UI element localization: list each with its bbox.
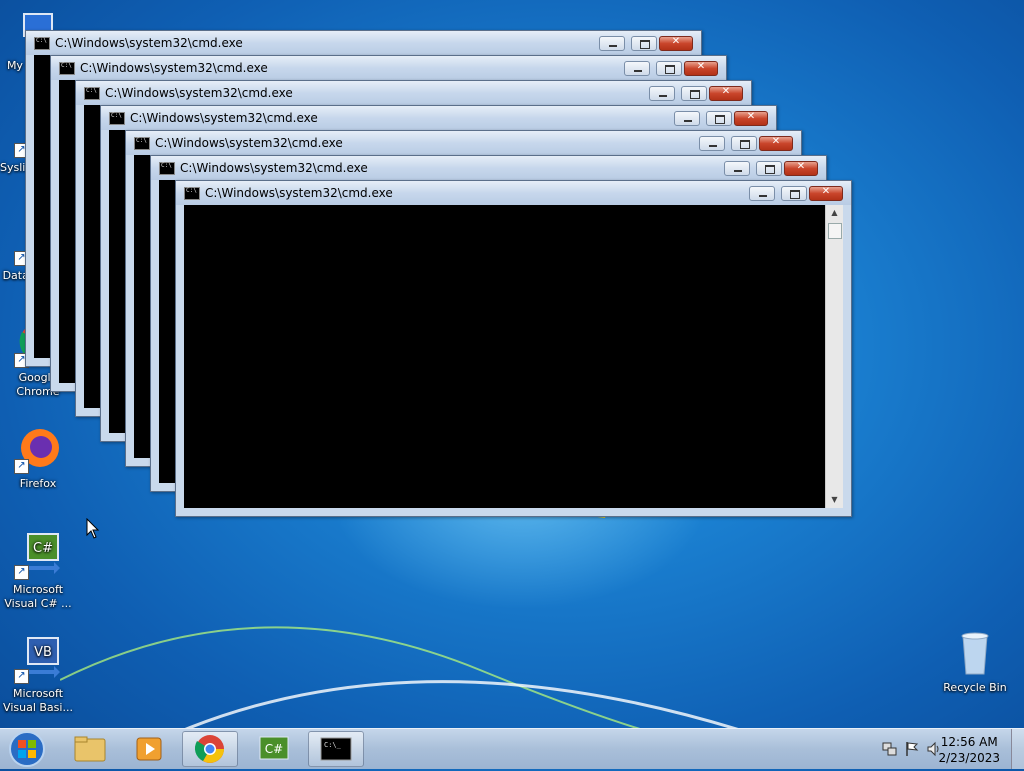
cmd-icon	[159, 162, 175, 175]
window-title: C:\Windows\system32\cmd.exe	[205, 186, 393, 200]
shortcut-arrow-icon: ↗	[14, 459, 29, 474]
vertical-scrollbar[interactable]: ▲ ▼	[825, 205, 843, 508]
maximize-button[interactable]	[781, 186, 807, 201]
cmd-icon	[84, 87, 100, 100]
shortcut-arrow-icon: ↗	[14, 669, 29, 684]
cmd-icon	[59, 62, 75, 75]
show-desktop-button[interactable]	[1011, 729, 1024, 769]
minimize-button[interactable]	[699, 136, 725, 151]
taskbar-chrome-button[interactable]	[182, 731, 238, 767]
title-bar[interactable]: C:\Windows\system32\cmd.exe	[151, 156, 826, 180]
minimize-button[interactable]	[649, 86, 675, 101]
cmd-icon	[34, 37, 50, 50]
clock[interactable]: 12:56 AM 2/23/2023	[938, 734, 1000, 766]
console-area[interactable]: ▲ ▼	[184, 205, 843, 508]
firefox-icon: ↗	[14, 426, 62, 474]
maximize-button[interactable]	[681, 86, 707, 101]
close-button[interactable]	[709, 86, 743, 101]
minimize-button[interactable]	[599, 36, 625, 51]
cmd-icon	[134, 137, 150, 150]
desktop-icon-label: Firefox	[19, 477, 57, 490]
scroll-down-icon[interactable]: ▼	[826, 492, 843, 508]
svg-text:C#: C#	[265, 742, 283, 756]
window-title: C:\Windows\system32\cmd.exe	[80, 61, 268, 75]
close-button[interactable]	[759, 136, 793, 151]
minimize-button[interactable]	[674, 111, 700, 126]
scroll-thumb[interactable]	[828, 223, 842, 239]
start-button[interactable]	[4, 730, 50, 768]
recycle-bin-icon	[951, 630, 999, 678]
visual-basic-icon: VB ↗	[14, 636, 62, 684]
taskbar-explorer-button[interactable]	[62, 731, 118, 767]
taskbar-visual-csharp-button[interactable]: C#	[246, 731, 302, 767]
cmd-icon	[184, 187, 200, 200]
cmd-icon: C:\_	[320, 737, 352, 761]
svg-text:C#: C#	[33, 541, 53, 556]
minimize-button[interactable]	[624, 61, 650, 76]
window-title: C:\Windows\system32\cmd.exe	[105, 86, 293, 100]
close-button[interactable]	[659, 36, 693, 51]
taskbar: C# C:\_ 12:56 AM 2/23/2023	[0, 728, 1024, 769]
visual-csharp-icon: C# ↗	[14, 532, 62, 580]
close-button[interactable]	[784, 161, 818, 176]
action-center-flag-icon[interactable]	[904, 741, 920, 757]
cmd-window-active[interactable]: C:\Windows\system32\cmd.exe ▲ ▼	[175, 180, 852, 517]
close-button[interactable]	[684, 61, 718, 76]
title-bar[interactable]: C:\Windows\system32\cmd.exe	[101, 106, 776, 130]
desktop-icon-label: Microsoft Visual C# ...	[4, 583, 72, 610]
chrome-icon	[194, 735, 224, 763]
title-bar[interactable]: C:\Windows\system32\cmd.exe	[176, 181, 851, 205]
desktop-icon-visual-csharp[interactable]: C# ↗ Microsoft Visual C# ...	[0, 532, 76, 611]
clock-time: 12:56 AM	[940, 735, 998, 749]
desktop-icon-label: Microsoft Visual Basi...	[3, 687, 73, 714]
maximize-button[interactable]	[756, 161, 782, 176]
network-icon[interactable]	[882, 741, 898, 757]
maximize-button[interactable]	[631, 36, 657, 51]
desktop-icon-visual-basic[interactable]: VB ↗ Microsoft Visual Basi...	[0, 636, 76, 715]
close-button[interactable]	[809, 186, 843, 201]
svg-text:VB: VB	[34, 645, 52, 660]
maximize-button[interactable]	[656, 61, 682, 76]
taskbar-media-player-button[interactable]	[122, 731, 178, 767]
desktop-icon-recycle-bin[interactable]: Recycle Bin	[937, 630, 1013, 695]
title-bar[interactable]: C:\Windows\system32\cmd.exe	[26, 31, 701, 55]
shortcut-arrow-icon: ↗	[14, 565, 29, 580]
desktop-icon-firefox[interactable]: ↗ Firefox	[0, 426, 76, 491]
system-tray: 12:56 AM 2/23/2023	[854, 729, 1024, 769]
visual-csharp-icon: C#	[259, 736, 289, 760]
title-bar[interactable]: C:\Windows\system32\cmd.exe	[51, 56, 726, 80]
window-title: C:\Windows\system32\cmd.exe	[180, 161, 368, 175]
window-title: C:\Windows\system32\cmd.exe	[155, 136, 343, 150]
clock-date: 2/23/2023	[938, 751, 1000, 765]
title-bar[interactable]: C:\Windows\system32\cmd.exe	[76, 81, 751, 105]
title-bar[interactable]: C:\Windows\system32\cmd.exe	[126, 131, 801, 155]
maximize-button[interactable]	[731, 136, 757, 151]
minimize-button[interactable]	[749, 186, 775, 201]
cmd-icon	[109, 112, 125, 125]
folder-icon	[74, 736, 106, 762]
svg-text:C:\_: C:\_	[324, 741, 342, 749]
mouse-pointer-icon	[86, 518, 100, 539]
minimize-button[interactable]	[724, 161, 750, 176]
scroll-up-icon[interactable]: ▲	[826, 205, 843, 221]
close-button[interactable]	[734, 111, 768, 126]
media-player-icon	[136, 737, 162, 761]
desktop-icon-label: Recycle Bin	[943, 681, 1007, 694]
window-title: C:\Windows\system32\cmd.exe	[130, 111, 318, 125]
taskbar-cmd-button[interactable]: C:\_	[308, 731, 364, 767]
maximize-button[interactable]	[706, 111, 732, 126]
window-title: C:\Windows\system32\cmd.exe	[55, 36, 243, 50]
